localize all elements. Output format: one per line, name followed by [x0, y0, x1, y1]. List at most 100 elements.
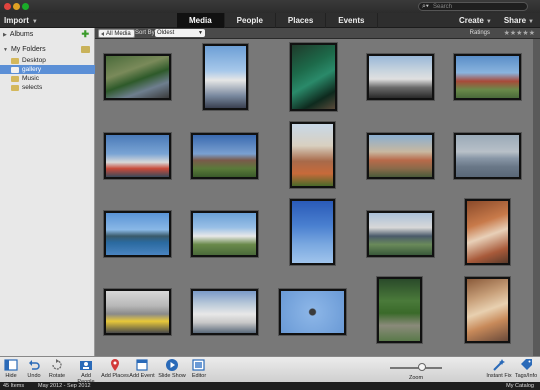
sort-value: Oldest: [157, 30, 175, 36]
add-event-button[interactable]: Add Event: [128, 358, 156, 379]
share-label: Share: [503, 16, 527, 25]
undo-label: Undo: [27, 373, 41, 379]
window-title-bar: ⌕▾ Search: [0, 0, 540, 13]
my-folders-header[interactable]: ▼ My Folders: [0, 44, 95, 55]
photo-flags-pole[interactable]: [290, 199, 335, 265]
rating-filter-stars[interactable]: ★★★★★: [504, 29, 535, 37]
chevron-down-icon: ▼: [31, 19, 38, 25]
photo-forest-path[interactable]: [377, 277, 422, 343]
photo-small-airplane[interactable]: [191, 211, 258, 257]
zoom-slider-track[interactable]: [390, 367, 442, 369]
folder-selects[interactable]: selects: [0, 83, 95, 92]
photo-wood-structure[interactable]: [465, 199, 510, 265]
zoom-slider-knob[interactable]: [418, 363, 427, 371]
slide-show-label: Slide Show: [158, 373, 186, 379]
calendar-icon: [136, 359, 148, 371]
instant-fix-label: Instant Fix: [486, 373, 512, 379]
photo-barn-flowers[interactable]: [290, 122, 335, 188]
import-label: Import: [4, 16, 29, 25]
search-field[interactable]: ⌕▾ Search: [418, 2, 528, 11]
photo-toy-train[interactable]: [104, 54, 171, 100]
search-icon: ⌕▾: [422, 3, 429, 10]
photo-food-dish[interactable]: [465, 277, 510, 343]
hide-panel-icon: [4, 359, 18, 371]
magic-wand-icon: [493, 359, 505, 371]
play-icon: [166, 359, 178, 371]
photo-ferris-wheel[interactable]: [104, 133, 171, 179]
sidebar: ▶ Albums ✚ ▼ My Folders Desktop gallery Mu…: [0, 28, 95, 356]
albums-header[interactable]: ▶ Albums ✚: [0, 29, 95, 40]
all-media-button[interactable]: All Media: [98, 29, 135, 38]
undo-icon: [29, 360, 40, 370]
import-menu-button[interactable]: Import ▼: [4, 16, 38, 25]
grid-scrollbar[interactable]: [533, 39, 540, 356]
hide-button[interactable]: Hide: [2, 358, 20, 379]
instant-fix-button[interactable]: Instant Fix: [486, 358, 512, 379]
media-subtoolbar: All Media Sort By: Oldest ▼ Ratings ★★★★★: [95, 28, 540, 39]
folder-icon: [11, 58, 19, 64]
photo-bird-sky[interactable]: [279, 289, 346, 335]
status-bar: 45 Items May 2012 - Sep 2012 My Catalog: [0, 382, 540, 390]
chevron-down-icon: ▼: [528, 19, 534, 25]
photo-white-yacht[interactable]: [191, 289, 258, 335]
close-window-button[interactable]: [4, 3, 11, 10]
folder-view-icon[interactable]: [81, 46, 90, 53]
tags-info-button[interactable]: Tags/Info: [513, 358, 539, 379]
ratings-label: Ratings: [469, 30, 490, 36]
tab-media[interactable]: Media: [177, 13, 225, 28]
tab-events[interactable]: Events: [326, 13, 378, 28]
folder-icon: [11, 85, 19, 91]
photo-boat-on-lake[interactable]: [454, 133, 521, 179]
media-grid: [95, 39, 533, 356]
search-placeholder: Search: [433, 4, 453, 10]
top-navigation: Import ▼ Media People Places Events Creat…: [0, 13, 540, 28]
photo-lake-island[interactable]: [104, 211, 171, 257]
hide-label: Hide: [5, 373, 17, 379]
folder-label: Desktop: [22, 57, 46, 64]
photo-barn-dusk[interactable]: [191, 133, 258, 179]
photo-boat-hose[interactable]: [104, 289, 171, 335]
map-pin-icon: [111, 359, 119, 371]
share-menu-button[interactable]: Share ▼: [504, 16, 534, 25]
create-label: Create: [458, 16, 484, 25]
folder-gallery[interactable]: gallery: [0, 65, 95, 74]
add-places-button[interactable]: Add Places: [101, 358, 129, 379]
photo-shed-sunset[interactable]: [367, 133, 434, 179]
view-tabs: Media People Places Events: [177, 13, 378, 28]
minimize-window-button[interactable]: [13, 3, 20, 10]
tags-info-label: Tags/Info: [514, 373, 538, 379]
editor-button[interactable]: Editor: [188, 358, 210, 379]
bottom-toolbar: Hide Undo Rotate Add People Add Places A…: [0, 356, 540, 385]
chevron-down-icon: ▼: [198, 30, 203, 36]
slide-show-button[interactable]: Slide Show: [158, 358, 186, 379]
sort-select[interactable]: Oldest ▼: [155, 29, 205, 37]
photo-red-barn-sky[interactable]: [454, 54, 521, 100]
add-places-label: Add Places: [101, 373, 129, 379]
folder-icon: [11, 76, 19, 82]
tab-places[interactable]: Places: [276, 13, 327, 28]
disclosure-triangle-icon: ▶: [3, 32, 7, 38]
tab-people[interactable]: People: [225, 13, 276, 28]
add-people-button[interactable]: Add People: [72, 358, 100, 385]
sort-by-label: Sort By:: [135, 30, 157, 36]
right-nav: Create ▼ Share ▼: [459, 16, 534, 25]
folder-music[interactable]: Music: [0, 74, 95, 83]
photo-pavilion-crowd[interactable]: [367, 211, 434, 257]
photo-motorcycle-house[interactable]: [367, 54, 434, 100]
rotate-button[interactable]: Rotate: [46, 358, 68, 379]
photo-bicycle-windmill[interactable]: [203, 44, 248, 110]
photo-green-chair[interactable]: [290, 43, 337, 111]
tag-icon: [521, 359, 532, 370]
zoom-window-button[interactable]: [22, 3, 29, 10]
rotate-icon: [52, 359, 62, 370]
chevron-down-icon: ▼: [485, 19, 492, 25]
catalog-name[interactable]: My Catalog: [506, 382, 534, 390]
folder-desktop[interactable]: Desktop: [0, 56, 95, 65]
rotate-label: Rotate: [48, 373, 66, 379]
add-album-icon[interactable]: ✚: [81, 29, 89, 40]
create-menu-button[interactable]: Create ▼: [459, 16, 492, 25]
undo-button[interactable]: Undo: [24, 358, 44, 379]
folder-label: selects: [22, 84, 43, 91]
add-people-icon: [80, 361, 92, 370]
item-count: 45 Items: [3, 383, 25, 389]
